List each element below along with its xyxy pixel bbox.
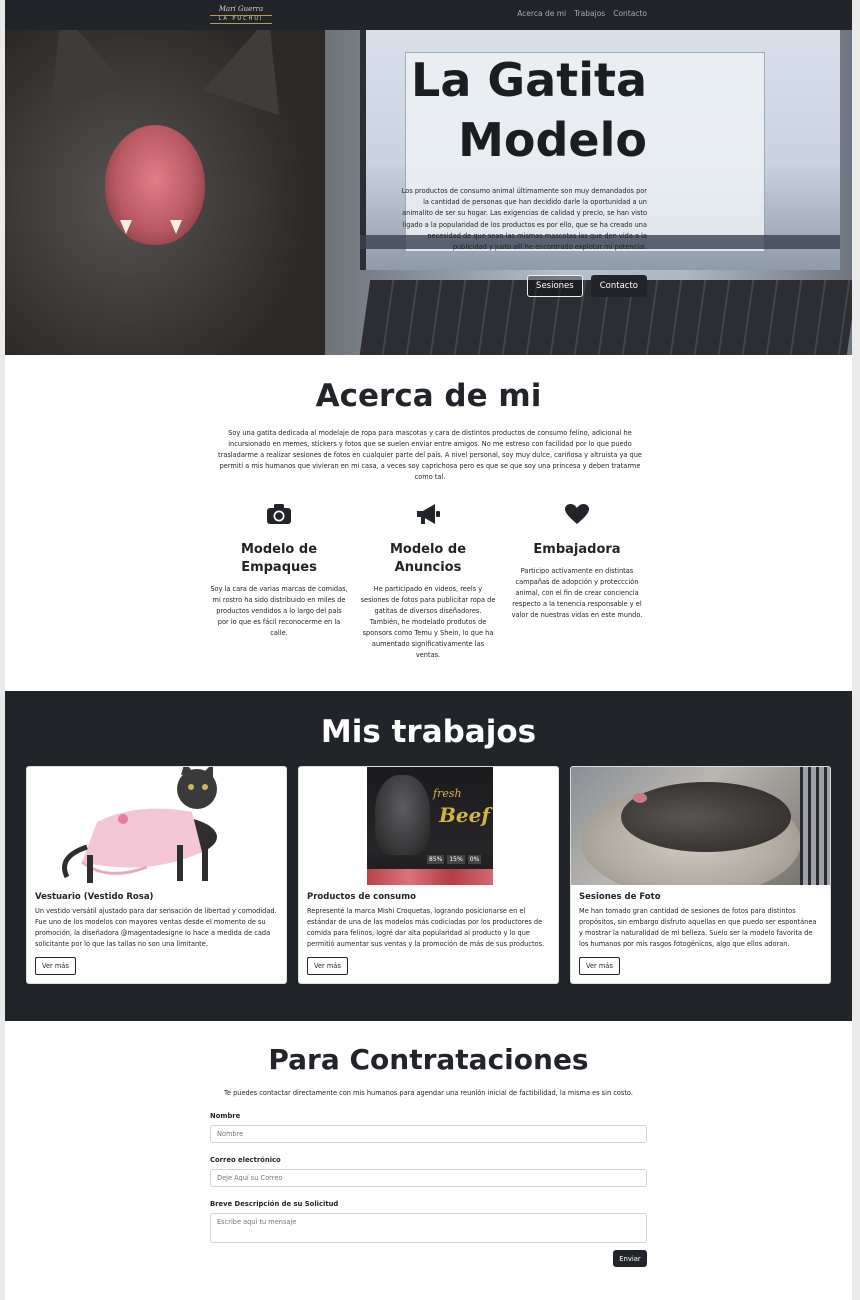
contact-button[interactable]: Contacto bbox=[590, 275, 647, 297]
navbar: Mari Guerra LA PUCHUI Acerca de mi Traba… bbox=[5, 0, 852, 30]
work-card-dress: Vestuario (Vestido Rosa) Un vestido vers… bbox=[26, 766, 287, 984]
submit-button[interactable]: Enviar bbox=[613, 1250, 647, 1267]
name-input[interactable] bbox=[210, 1125, 647, 1143]
card-text: Un vestido versátil ajustado para dar se… bbox=[35, 907, 277, 948]
email-label: Correo electrónico bbox=[210, 1156, 281, 1164]
feature-ambassador: Embajadora Participo activamente en dist… bbox=[508, 503, 646, 621]
message-textarea[interactable] bbox=[210, 1213, 647, 1243]
feature-ads: Modelo de Anuncios He participado en vid… bbox=[359, 503, 497, 661]
card-image-food-package: fresh Beef 85% 15% 0% bbox=[299, 767, 558, 885]
hero-buttons: Sesiones Contacto bbox=[527, 275, 647, 297]
view-more-button[interactable]: Ver más bbox=[307, 957, 348, 975]
nav-links: Acerca de mi Trabajos Contacto bbox=[517, 9, 647, 18]
about-title: Acerca de mi bbox=[315, 378, 542, 414]
card-body: Vestuario (Vestido Rosa) Un vestido vers… bbox=[27, 885, 286, 983]
cat-in-dress-image bbox=[62, 767, 217, 883]
hero-section: La Gatita Modelo Los productos de consum… bbox=[5, 30, 852, 355]
work-card-photos: Sesiones de Foto Me han tomado gran cant… bbox=[570, 766, 831, 984]
nav-link-contact[interactable]: Contacto bbox=[613, 9, 647, 18]
name-label: Nombre bbox=[210, 1112, 241, 1120]
hero-description: Los productos de consumo animal últimame… bbox=[401, 187, 647, 252]
chair-back bbox=[800, 767, 830, 885]
feature-text: Participo activamente en distintas campa… bbox=[511, 567, 643, 619]
view-more-button[interactable]: Ver más bbox=[579, 957, 620, 975]
logo-script-text: Mari Guerra bbox=[218, 5, 264, 13]
cat-mouth-small bbox=[633, 793, 647, 803]
card-title: Productos de consumo bbox=[307, 892, 416, 902]
view-more-button[interactable]: Ver más bbox=[35, 957, 76, 975]
hero-title-line1: La Gatita bbox=[411, 53, 647, 107]
hero-title-line2: Modelo bbox=[458, 113, 647, 167]
feature-title: Embajadora bbox=[533, 542, 621, 557]
package-stat: 15% bbox=[447, 855, 465, 864]
about-section: Acerca de mi Soy una gatita dedicada al … bbox=[5, 355, 852, 691]
package-meat-strip bbox=[367, 869, 493, 885]
package-stats: 85% 15% 0% bbox=[427, 855, 482, 864]
package-stat: 85% bbox=[427, 855, 445, 864]
card-title: Vestuario (Vestido Rosa) bbox=[35, 892, 154, 902]
contact-intro: Te puedes contactar directamente con mis… bbox=[224, 1089, 633, 1097]
message-label: Breve Descripción de su Solicitud bbox=[210, 1200, 339, 1208]
feature-packaging: Modelo de Empaques Soy la cara de varias… bbox=[210, 503, 348, 639]
card-text: Me han tomado gran cantidad de sesiones … bbox=[579, 907, 817, 948]
cat-tooth bbox=[170, 220, 182, 234]
brand-logo[interactable]: Mari Guerra LA PUCHUI bbox=[210, 4, 272, 26]
package-stat: 0% bbox=[467, 855, 482, 864]
megaphone-icon bbox=[417, 504, 440, 524]
card-title: Sesiones de Foto bbox=[579, 892, 661, 902]
card-body: Productos de consumo Representé la marca… bbox=[299, 885, 558, 983]
email-input[interactable] bbox=[210, 1169, 647, 1187]
cat-ear-right bbox=[203, 30, 307, 116]
page-frame: Mari Guerra LA PUCHUI Acerca de mi Traba… bbox=[5, 0, 852, 1300]
about-text: Soy una gatita dedicada al modelaje de r… bbox=[218, 429, 642, 481]
cat-tooth bbox=[120, 220, 132, 234]
works-section: Mis trabajos Vestuario (Vestido Rosa) Un… bbox=[5, 691, 852, 1021]
cat-ear-left bbox=[23, 30, 127, 111]
work-card-products: fresh Beef 85% 15% 0% Productos de consu… bbox=[298, 766, 559, 984]
contact-title: Para Contrataciones bbox=[268, 1043, 589, 1076]
card-image-cat-bed bbox=[571, 767, 830, 885]
logo-plate-text: LA PUCHUI bbox=[210, 15, 272, 24]
hero-title: La Gatita Modelo bbox=[317, 50, 647, 170]
sessions-button[interactable]: Sesiones bbox=[527, 275, 583, 297]
heart-icon bbox=[565, 504, 589, 524]
hero-cat-photo bbox=[5, 30, 325, 355]
contact-section: Para Contrataciones Te puedes contactar … bbox=[5, 1021, 852, 1300]
package-label-beef: Beef bbox=[439, 803, 490, 827]
nav-link-works[interactable]: Trabajos bbox=[574, 9, 605, 18]
cat-lying bbox=[621, 782, 791, 852]
feature-title: Modelo de Empaques bbox=[240, 542, 318, 575]
works-title: Mis trabajos bbox=[320, 714, 537, 750]
card-image-cat-dress bbox=[27, 767, 286, 885]
food-package: fresh Beef 85% 15% 0% bbox=[367, 767, 493, 885]
feature-text: Soy la cara de varias marcas de comidas,… bbox=[210, 585, 348, 637]
camera-icon bbox=[267, 504, 291, 524]
package-label-fresh: fresh bbox=[433, 787, 462, 800]
nav-link-about[interactable]: Acerca de mi bbox=[517, 9, 566, 18]
feature-title: Modelo de Anuncios bbox=[389, 542, 467, 575]
package-cat-photo bbox=[375, 775, 430, 855]
card-text: Representé la marca Mishi Croquetas, log… bbox=[307, 907, 545, 948]
feature-text: He participado en videos, reels y sesion… bbox=[360, 585, 496, 659]
card-body: Sesiones de Foto Me han tomado gran cant… bbox=[571, 885, 830, 983]
